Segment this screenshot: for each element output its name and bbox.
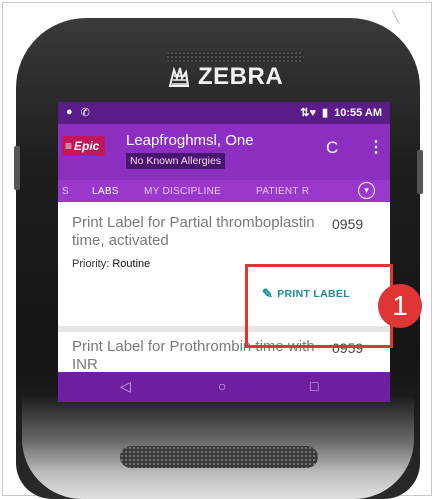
tab-patient-r[interactable]: PATIENT R	[256, 186, 309, 197]
phone-screen: ● ✆ ⇅♥ ▮ 10:55 AM ≡ Epic Leapfroghmsl, O…	[58, 102, 390, 402]
zebra-brand-text: ZEBRA	[198, 63, 284, 90]
zebra-logo: ZEBRA	[166, 62, 283, 92]
left-side-button	[14, 146, 20, 190]
phone-call-icon: ✆	[80, 107, 90, 119]
home-icon[interactable]: ○	[218, 378, 226, 394]
status-time: 10:55 AM	[334, 106, 382, 119]
hamburger-icon: ≡	[65, 139, 73, 153]
signal-icon: ⇅♥	[300, 107, 317, 119]
priority-value: Routine	[112, 258, 151, 270]
status-bar: ● ✆ ⇅♥ ▮ 10:55 AM	[58, 102, 390, 124]
tab-labs[interactable]: LABS	[92, 186, 119, 197]
close-icon: ╲	[392, 10, 400, 24]
bottom-speaker-grille	[120, 446, 318, 468]
tab-my-discipline[interactable]: MY DISCIPLINE	[144, 186, 221, 197]
task-priority: Priority: Routine	[72, 258, 150, 270]
refresh-icon[interactable]: C	[326, 138, 338, 158]
tab-previous[interactable]: S	[62, 186, 69, 197]
zebra-head-icon	[168, 66, 190, 87]
allergy-badge: No Known Allergies	[126, 153, 226, 169]
epic-logo-text: Epic	[74, 139, 100, 153]
priority-label: Priority:	[72, 258, 110, 270]
tab-bar: S LABS MY DISCIPLINE PATIENT R ▾	[58, 180, 390, 202]
battery-icon: ▮	[322, 107, 329, 119]
task-title: Print Label for Partial thromboplastin t…	[72, 214, 315, 249]
patient-header: ≡ Epic Leapfroghmsl, One No Known Allerg…	[58, 124, 390, 180]
task-time: 0959	[332, 216, 364, 232]
right-side-button	[417, 150, 423, 194]
android-nav-bar: ◁ ○ □	[58, 372, 390, 402]
more-options-icon[interactable]: ⋮	[368, 137, 384, 157]
recents-icon[interactable]: □	[310, 378, 318, 394]
app-notification-icon: ●	[66, 106, 73, 118]
epic-menu-button[interactable]: ≡ Epic	[62, 136, 106, 156]
back-icon[interactable]: ◁	[120, 378, 131, 395]
step-callout: 1	[378, 284, 422, 328]
chevron-down-icon[interactable]: ▾	[358, 182, 375, 199]
highlight-box	[245, 264, 393, 348]
patient-name: Leapfroghmsl, One	[126, 132, 254, 149]
